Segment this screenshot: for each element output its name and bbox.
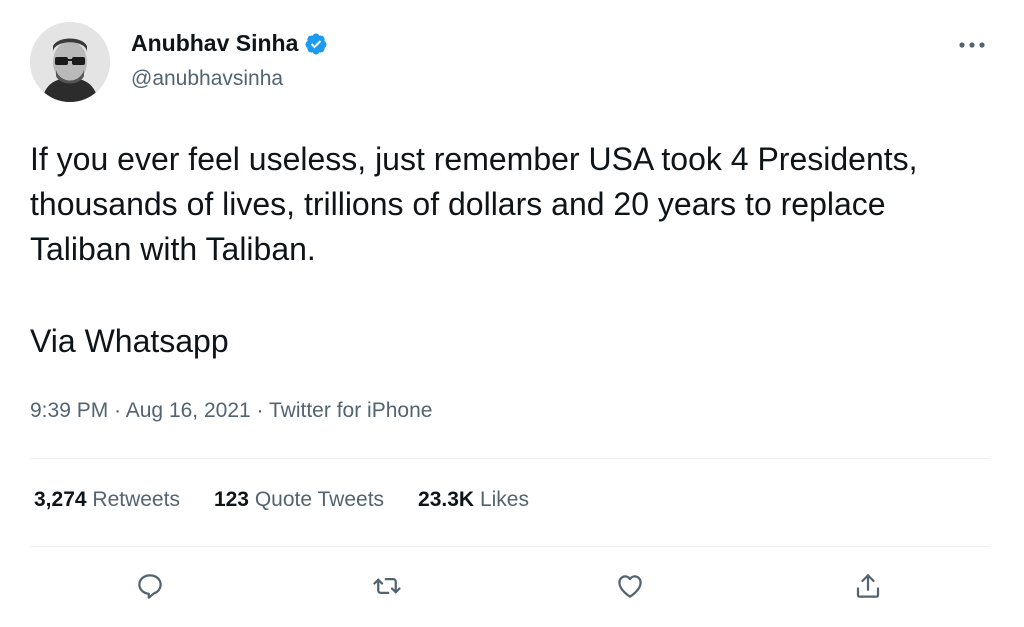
tweet-paragraph: If you ever feel useless, just remember … <box>30 141 918 267</box>
avatar[interactable] <box>30 22 110 102</box>
retweets-count: 3,274 <box>34 488 87 511</box>
tweet-card: Anubhav Sinha @anubhavsinha If you ever … <box>0 0 1024 627</box>
author-name[interactable]: Anubhav Sinha <box>131 30 298 57</box>
author-name-row[interactable]: Anubhav Sinha <box>131 30 328 57</box>
engagement-stats: 3,274 Retweets 123 Quote Tweets 23.3K Li… <box>34 488 529 512</box>
action-bar <box>0 566 1024 612</box>
avatar-image <box>30 22 110 102</box>
retweets-label: Retweets <box>92 488 180 511</box>
retweet-button[interactable] <box>367 566 407 606</box>
like-button[interactable] <box>610 566 650 606</box>
tweet-source[interactable]: Twitter for iPhone <box>269 399 432 422</box>
quote-tweets-label: Quote Tweets <box>254 488 385 511</box>
likes-label: Likes <box>479 488 529 511</box>
quote-tweets-stat[interactable]: 123 Quote Tweets <box>214 488 384 512</box>
reply-button[interactable] <box>130 566 170 606</box>
divider <box>30 458 990 459</box>
tweet-date[interactable]: Aug 16, 2021 <box>126 399 251 422</box>
quote-tweets-count: 123 <box>213 488 249 511</box>
more-horizontal-icon <box>959 42 985 48</box>
meta-separator: · <box>114 399 122 422</box>
heart-icon <box>618 575 642 598</box>
more-options-button[interactable] <box>952 30 992 60</box>
verified-badge-icon <box>304 32 328 56</box>
author-handle[interactable]: @anubhavsinha <box>131 67 283 91</box>
likes-count: 23.3K <box>418 488 475 511</box>
tweet-time[interactable]: 9:39 PM <box>30 399 108 422</box>
retweet-icon <box>373 578 401 594</box>
tweet-metadata: 9:39 PM · Aug 16, 2021 · Twitter for iPh… <box>30 399 432 423</box>
retweets-stat[interactable]: 3,274 Retweets <box>34 488 180 512</box>
reply-icon <box>138 574 162 599</box>
meta-separator: · <box>256 399 264 422</box>
tweet-paragraph: Via Whatsapp <box>30 323 229 359</box>
divider <box>30 546 990 547</box>
likes-stat[interactable]: 23.3K Likes <box>418 488 529 512</box>
share-icon <box>856 574 880 598</box>
tweet-text: If you ever feel useless, just remember … <box>30 137 990 364</box>
share-button[interactable] <box>848 566 888 606</box>
